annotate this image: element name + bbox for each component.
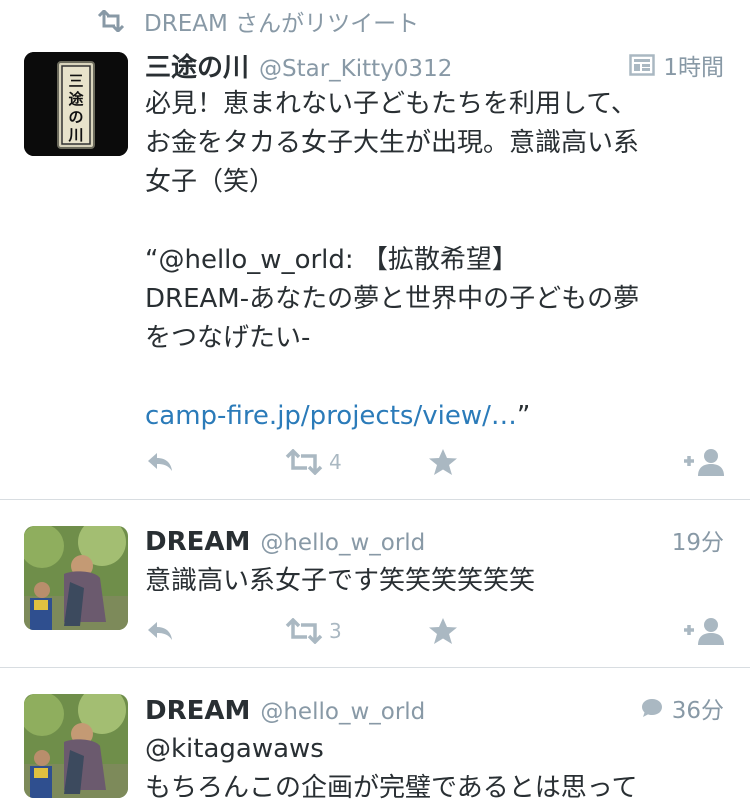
tweet-text: 意識高い系女子です笑笑笑笑笑笑 — [145, 566, 536, 596]
avatar[interactable] — [24, 694, 128, 798]
tweet-header: 三途の川 @Star_Kitty0312 1時間 — [145, 47, 724, 84]
timestamp: 19分 — [671, 530, 724, 556]
retweet-count: 4 — [329, 450, 342, 474]
display-name[interactable]: DREAM — [145, 527, 250, 557]
avatar[interactable]: 三 途 の 川 — [24, 52, 128, 156]
tweet-meta: 19分 — [672, 523, 724, 557]
conversation-icon — [641, 699, 662, 717]
retweet-button[interactable]: 3 — [285, 611, 342, 651]
tweet-text-suffix: ” — [516, 401, 531, 431]
avatar-photo — [24, 526, 128, 630]
username[interactable]: @Star_Kitty0312 — [259, 56, 452, 82]
tweet-text-main: 必見！恵まれない子どもたちを利用して、 お金をタカる女子大生が出現。意識高い系 … — [145, 89, 640, 353]
add-user-icon — [684, 449, 724, 476]
favorite-button[interactable] — [428, 611, 458, 651]
retweet-icon — [285, 618, 323, 644]
tweet-text: 必見！恵まれない子どもたちを利用して、 お金をタカる女子大生が出現。意識高い系 … — [145, 85, 720, 436]
username[interactable]: @hello_w_orld — [260, 530, 425, 556]
reply-button[interactable] — [145, 442, 175, 482]
add-user-icon — [684, 618, 724, 645]
tweet-link[interactable]: camp-fire.jp/projects/view/… — [145, 401, 517, 431]
details-icon — [629, 54, 656, 76]
star-icon — [429, 449, 457, 475]
follow-button[interactable] — [684, 442, 726, 482]
reply-icon — [148, 453, 172, 471]
tweet-meta: 36分 — [640, 691, 724, 725]
reply-button[interactable] — [145, 611, 175, 651]
tweet-actions: 4 — [145, 442, 726, 482]
tweet-text: @kitagawaws もちろんこの企画が完璧であるとは思って — [145, 734, 638, 803]
follow-button[interactable] — [684, 611, 726, 651]
tweet[interactable]: DREAM @hello_w_orld 36分 @kitagawaws もちろん… — [0, 668, 750, 807]
timestamp: 36分 — [671, 698, 724, 724]
timestamp: 1時間 — [663, 55, 724, 81]
star-icon — [429, 618, 457, 644]
avatar-photo — [24, 694, 128, 798]
tweet-actions: 3 — [145, 611, 726, 651]
svg-text:三: 三 — [68, 72, 83, 90]
retweet-icon — [285, 449, 323, 475]
display-name[interactable]: DREAM — [145, 696, 250, 726]
reply-icon — [148, 622, 172, 640]
tweet[interactable]: 三 途 の 川 三途の川 @Star_Kitty0312 1時間 必見！恵まれな… — [0, 0, 750, 500]
avatar-sign-image: 三 途 の 川 — [24, 52, 128, 156]
svg-text:途: 途 — [68, 90, 84, 108]
avatar[interactable] — [24, 526, 128, 630]
tweet-header: DREAM @hello_w_orld 19分 — [145, 523, 724, 557]
display-name[interactable]: 三途の川 — [145, 47, 249, 84]
retweet-count: 3 — [329, 619, 342, 643]
svg-text:の: の — [68, 108, 83, 126]
tweet-header: DREAM @hello_w_orld 36分 — [145, 691, 724, 726]
username[interactable]: @hello_w_orld — [260, 699, 425, 725]
tweet[interactable]: DREAM @hello_w_orld 19分 意識高い系女子です笑笑笑笑笑笑 … — [0, 500, 750, 668]
tweet-meta: 1時間 — [629, 48, 724, 82]
favorite-button[interactable] — [428, 442, 458, 482]
svg-text:川: 川 — [67, 126, 83, 144]
retweet-button[interactable]: 4 — [285, 442, 342, 482]
